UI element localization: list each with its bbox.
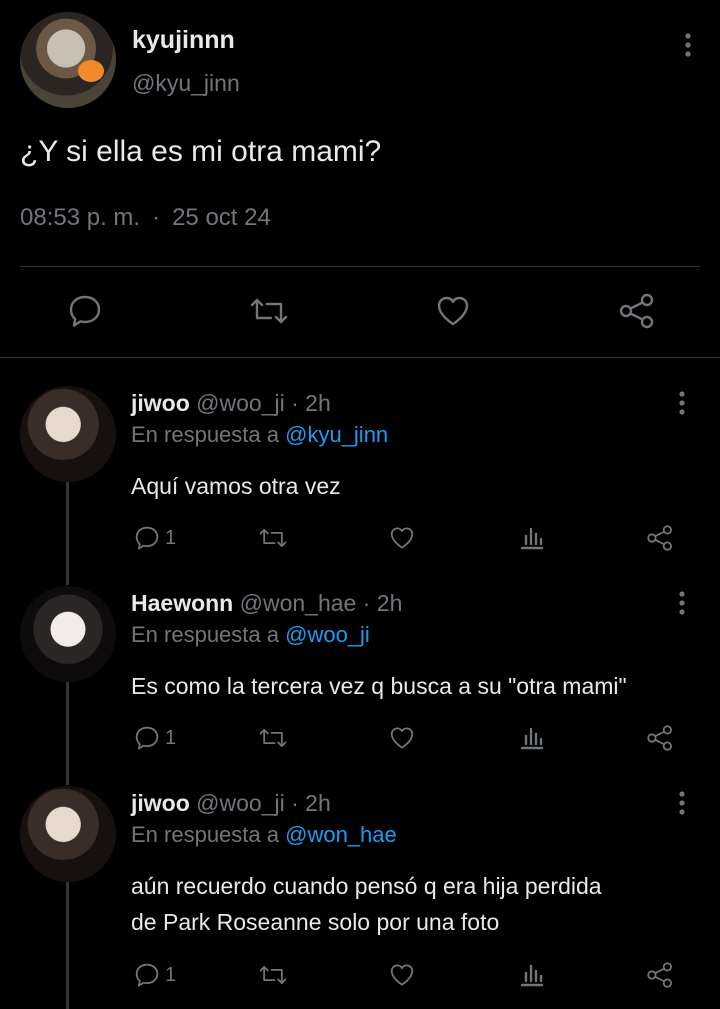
reply-handle[interactable]: @woo_ji bbox=[196, 390, 285, 416]
reply-handle[interactable]: @woo_ji bbox=[196, 790, 285, 816]
more-icon[interactable] bbox=[678, 790, 686, 816]
reply-mention[interactable]: @woo_ji bbox=[285, 622, 370, 647]
like-icon[interactable] bbox=[434, 292, 472, 330]
reply-actions: 1 bbox=[0, 961, 720, 991]
share-icon[interactable] bbox=[617, 292, 657, 330]
meta-separator: · bbox=[152, 204, 161, 231]
reply-age: · 2h bbox=[291, 390, 331, 416]
retweet-icon[interactable] bbox=[257, 524, 289, 552]
reply-avatar[interactable] bbox=[20, 586, 116, 682]
reply-count: 1 bbox=[165, 526, 177, 549]
more-icon[interactable] bbox=[678, 390, 686, 416]
tweet-time: 08:53 p. m. bbox=[20, 204, 141, 231]
reply-handle[interactable]: @won_hae bbox=[240, 590, 357, 616]
like-icon[interactable] bbox=[388, 724, 416, 752]
reply-text: Aquí vamos otra vez bbox=[131, 468, 691, 504]
reply-count: 1 bbox=[165, 963, 177, 986]
author-avatar[interactable] bbox=[20, 12, 116, 108]
reply-context: En respuesta a @woo_ji bbox=[131, 622, 370, 648]
reply-text-line: de Park Roseanne solo por una foto bbox=[131, 909, 500, 935]
reply-display-name[interactable]: Haewonn bbox=[131, 590, 233, 616]
reply-text: aún recuerdo cuando pensó q era hija per… bbox=[131, 868, 691, 940]
views-icon[interactable] bbox=[518, 524, 546, 552]
reply-context: En respuesta a @won_hae bbox=[131, 822, 397, 848]
retweet-icon[interactable] bbox=[249, 292, 289, 330]
reply-avatar[interactable] bbox=[20, 786, 116, 882]
views-icon[interactable] bbox=[518, 961, 546, 989]
retweet-icon[interactable] bbox=[257, 961, 289, 989]
reply-context: En respuesta a @kyu_jinn bbox=[131, 422, 388, 448]
reply-context-prefix: En respuesta a bbox=[131, 622, 279, 647]
share-icon[interactable] bbox=[645, 524, 675, 552]
main-actions bbox=[0, 292, 720, 332]
share-icon[interactable] bbox=[645, 961, 675, 989]
reply-text-line: Aquí vamos otra vez bbox=[131, 473, 341, 499]
reply-display-name[interactable]: jiwoo bbox=[131, 390, 190, 416]
reply-button[interactable]: 1 bbox=[133, 961, 176, 989]
retweet-icon[interactable] bbox=[257, 724, 289, 752]
reply-text-line: aún recuerdo cuando pensó q era hija per… bbox=[131, 873, 602, 899]
reply-mention[interactable]: @won_hae bbox=[285, 822, 397, 847]
tweet-timestamp: 08:53 p. m. · 25 oct 24 bbox=[20, 204, 271, 232]
reply-count: 1 bbox=[165, 726, 177, 749]
author-handle[interactable]: @kyu_jinn bbox=[132, 70, 240, 97]
like-icon[interactable] bbox=[388, 524, 416, 552]
tweet-date: 25 oct 24 bbox=[172, 204, 271, 231]
more-icon[interactable] bbox=[684, 32, 692, 58]
reply-avatar[interactable] bbox=[20, 386, 116, 482]
share-icon[interactable] bbox=[645, 724, 675, 752]
views-icon[interactable] bbox=[518, 724, 546, 752]
reply-actions: 1 bbox=[0, 524, 720, 554]
more-icon[interactable] bbox=[678, 590, 686, 616]
reply-context-prefix: En respuesta a bbox=[131, 422, 279, 447]
reply-button[interactable]: 1 bbox=[133, 724, 176, 752]
reply-actions: 1 bbox=[0, 724, 720, 754]
divider bbox=[20, 266, 700, 267]
reply-context-prefix: En respuesta a bbox=[131, 822, 279, 847]
reply-text-line: Es como la tercera vez q busca a su "otr… bbox=[131, 673, 627, 699]
reply-icon[interactable] bbox=[66, 292, 104, 330]
reply-text: Es como la tercera vez q busca a su "otr… bbox=[131, 668, 691, 704]
main-tweet-header: kyujinnn @kyu_jinn bbox=[20, 12, 700, 108]
reply-age: · 2h bbox=[362, 590, 403, 616]
reply-age: · 2h bbox=[291, 790, 331, 816]
author-display-name[interactable]: kyujinnn bbox=[132, 26, 235, 55]
reply-display-name[interactable]: jiwoo bbox=[131, 790, 190, 816]
like-icon[interactable] bbox=[388, 961, 416, 989]
tweet-text: ¿Y si ella es mi otra mami? bbox=[20, 135, 382, 168]
reply-button[interactable]: 1 bbox=[133, 524, 176, 552]
section-divider bbox=[0, 357, 720, 358]
reply-mention[interactable]: @kyu_jinn bbox=[285, 422, 388, 447]
